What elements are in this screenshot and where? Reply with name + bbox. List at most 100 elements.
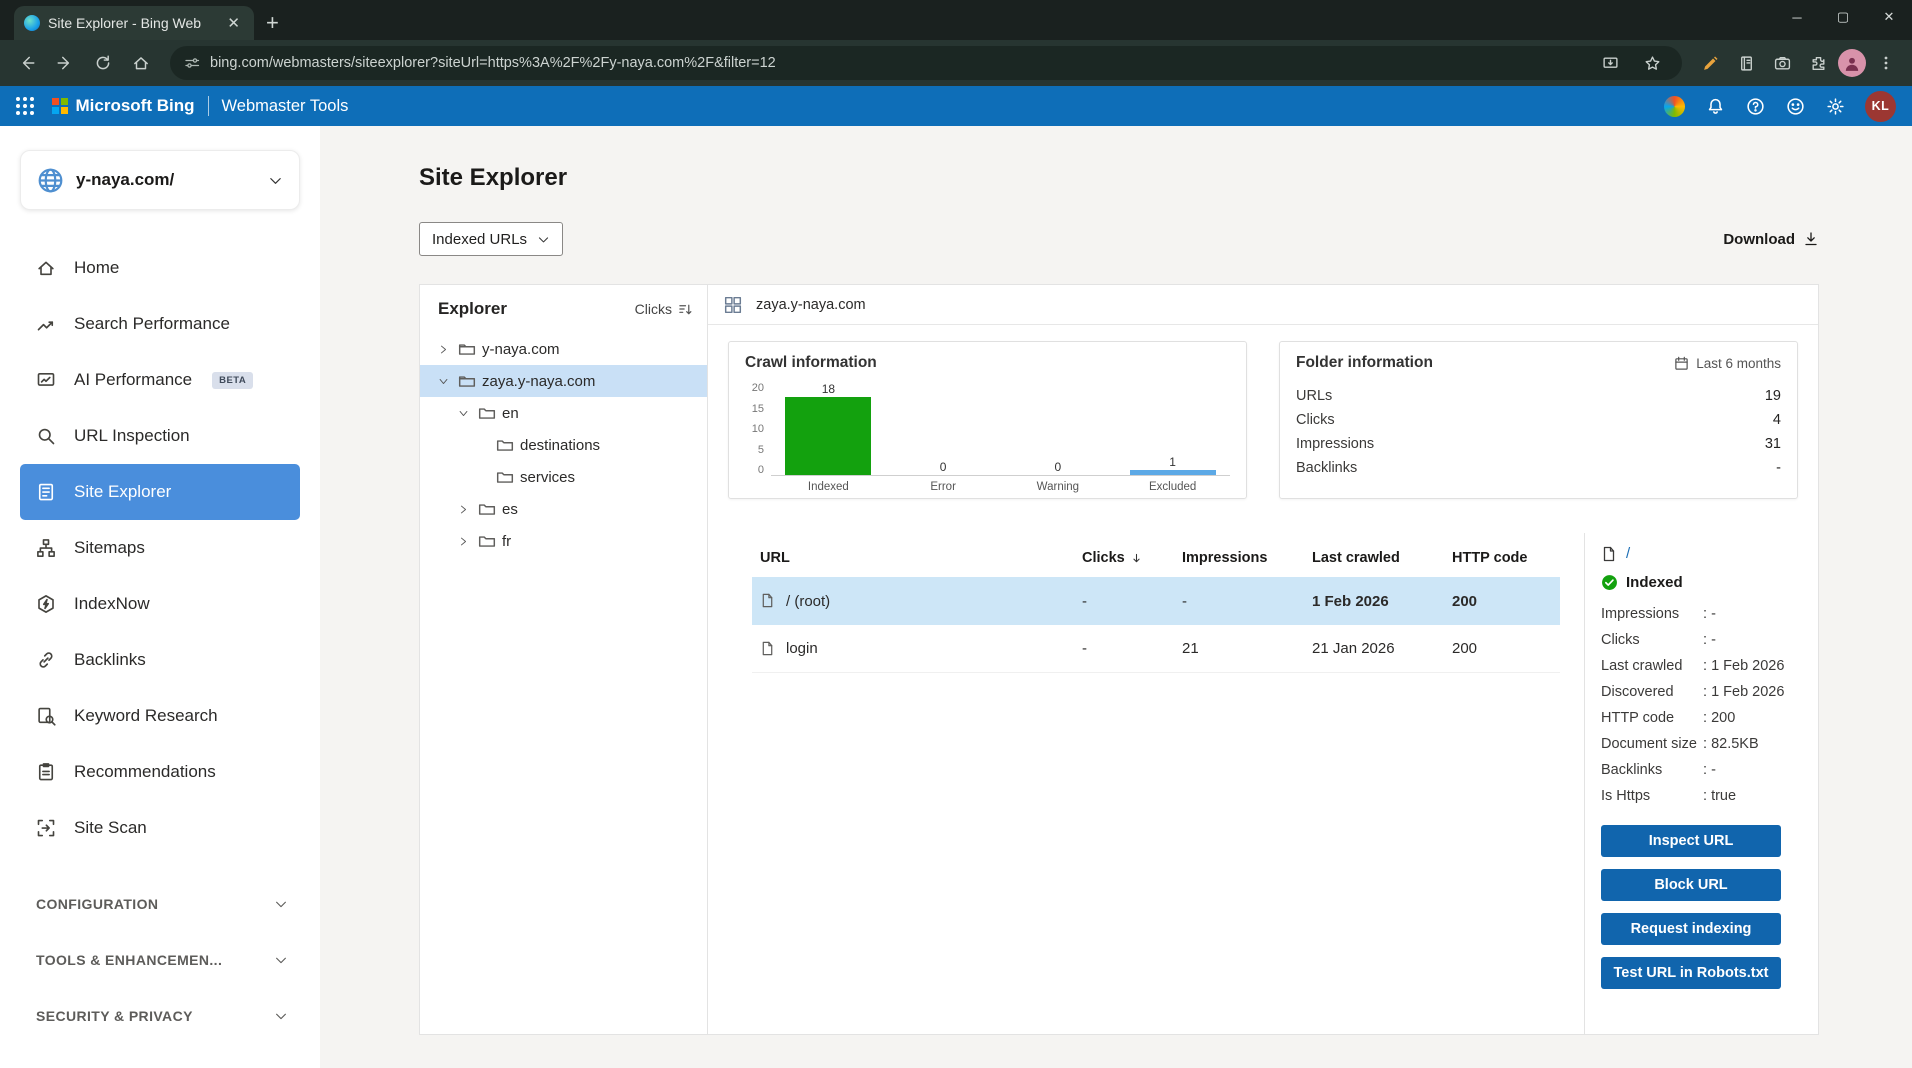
column-header-last-crawled[interactable]: Last crawled (1312, 550, 1452, 566)
request-indexing-button[interactable]: Request indexing (1601, 913, 1781, 945)
sidebar-item-site-explorer[interactable]: Site Explorer (20, 464, 300, 520)
stat-row: URLs 19 (1296, 384, 1781, 408)
block-url-button[interactable]: Block URL (1601, 869, 1781, 901)
beta-badge: BETA (212, 372, 253, 389)
brand-name[interactable]: Microsoft Bing (76, 96, 195, 116)
nav-label: Site Scan (74, 818, 147, 838)
tree-item-services[interactable]: services (420, 461, 707, 493)
extensions-puzzle-icon[interactable] (1802, 47, 1834, 79)
refresh-button[interactable] (86, 46, 120, 80)
chevron-down-icon[interactable] (454, 404, 472, 422)
tree-item-en[interactable]: en (420, 397, 707, 429)
sidebar-item-ai-performance[interactable]: AI Performance BETA (0, 352, 320, 408)
pencil-icon[interactable] (1694, 47, 1726, 79)
tree-label: en (502, 405, 519, 422)
browser-tab[interactable]: Site Explorer - Bing Web ✕ (14, 6, 254, 40)
sidebar-item-home[interactable]: Home (0, 240, 320, 296)
sidebar-item-site-scan[interactable]: Site Scan (0, 800, 320, 856)
bookmark-star-icon[interactable] (1636, 47, 1668, 79)
product-name[interactable]: Webmaster Tools (222, 97, 349, 116)
waffle-menu-icon[interactable] (16, 97, 34, 115)
table-row-root[interactable]: / (root) - - 1 Feb 2026 200 (752, 577, 1560, 625)
page-icon (760, 593, 776, 609)
period-selector[interactable]: Last 6 months (1674, 356, 1781, 371)
browser-profile-avatar[interactable] (1838, 49, 1866, 77)
url-text[interactable]: bing.com/webmasters/siteexplorer?siteUrl… (210, 55, 1584, 71)
http-code-cell: 200 (1452, 593, 1560, 610)
forward-button[interactable] (48, 46, 82, 80)
tab-title: Site Explorer - Bing Web (48, 15, 215, 31)
field-label: Discovered (1601, 684, 1703, 700)
address-bar[interactable]: bing.com/webmasters/siteexplorer?siteUrl… (170, 46, 1682, 80)
stat-label: Backlinks (1296, 460, 1357, 476)
tab-close-icon[interactable]: ✕ (223, 14, 244, 33)
url-filter-dropdown[interactable]: Indexed URLs (419, 222, 563, 256)
site-info-icon[interactable] (184, 55, 200, 71)
column-header-http-code[interactable]: HTTP code (1452, 550, 1560, 566)
field-label: Document size (1601, 736, 1703, 752)
nav-label: Site Explorer (74, 482, 171, 502)
chart-y-tick: 15 (745, 403, 764, 415)
sidebar-item-url-inspection[interactable]: URL Inspection (0, 408, 320, 464)
detail-url-link[interactable]: / (1626, 545, 1630, 562)
test-url-robots-button[interactable]: Test URL in Robots.txt (1601, 957, 1781, 989)
crawl-card-title: Crawl information (745, 354, 877, 372)
site-selector[interactable]: y-naya.com/ (20, 150, 300, 210)
sidebar-item-search-performance[interactable]: Search Performance (0, 296, 320, 352)
notebook-icon[interactable] (1730, 47, 1762, 79)
tree-item-destinations[interactable]: destinations (420, 429, 707, 461)
sidebar-section-tools-enhancements[interactable]: TOOLS & ENHANCEMEN... (0, 932, 320, 988)
sidebar-item-backlinks[interactable]: Backlinks (0, 632, 320, 688)
column-header-clicks[interactable]: Clicks (1082, 550, 1182, 566)
tree-item-zaya-y-naya[interactable]: zaya.y-naya.com (420, 365, 707, 397)
help-icon[interactable] (1745, 96, 1765, 116)
section-label: TOOLS & ENHANCEMEN... (36, 952, 222, 968)
sidebar-section-configuration[interactable]: CONFIGURATION (0, 876, 320, 932)
chart-categories: IndexedErrorWarningExcluded (771, 476, 1230, 493)
tree-label: destinations (520, 437, 600, 454)
feedback-smiley-icon[interactable] (1785, 96, 1805, 116)
table-row-login[interactable]: login - 21 21 Jan 2026 200 (752, 625, 1560, 673)
chevron-right-icon[interactable] (454, 532, 472, 550)
detail-fields: Impressions- Clicks- Last crawled1 Feb 2… (1601, 601, 1802, 809)
notifications-bell-icon[interactable] (1705, 96, 1725, 116)
camera-icon[interactable] (1766, 47, 1798, 79)
tree-item-y-naya[interactable]: y-naya.com (420, 333, 707, 365)
clicks-cell: - (1082, 640, 1182, 657)
sidebar-item-indexnow[interactable]: IndexNow (0, 576, 320, 632)
window-maximize-button[interactable]: ▢ (1820, 0, 1866, 34)
sort-icon (678, 302, 693, 317)
sidebar-item-keyword-research[interactable]: Keyword Research (0, 688, 320, 744)
window-controls: ─ ▢ ✕ (1774, 0, 1912, 34)
chevron-down-icon[interactable] (434, 372, 452, 390)
new-tab-button[interactable]: + (266, 12, 279, 34)
inspect-url-button[interactable]: Inspect URL (1601, 825, 1781, 857)
chevron-right-icon[interactable] (454, 500, 472, 518)
tree-item-es[interactable]: es (420, 493, 707, 525)
copilot-icon[interactable] (1664, 96, 1685, 117)
back-button[interactable] (10, 46, 44, 80)
install-app-icon[interactable] (1594, 47, 1626, 79)
sidebar-item-sitemaps[interactable]: Sitemaps (0, 520, 320, 576)
column-header-url[interactable]: URL (752, 550, 1082, 566)
stat-row: Clicks 4 (1296, 408, 1781, 432)
window-minimize-button[interactable]: ─ (1774, 0, 1820, 34)
settings-gear-icon[interactable] (1825, 96, 1845, 116)
site-explorer-icon (36, 482, 56, 502)
http-code-cell: 200 (1452, 640, 1560, 657)
tree-item-fr[interactable]: fr (420, 525, 707, 557)
download-button[interactable]: Download (1723, 231, 1819, 248)
field-value: true (1703, 788, 1736, 804)
column-header-impressions[interactable]: Impressions (1182, 550, 1312, 566)
chevron-right-icon[interactable] (434, 340, 452, 358)
user-avatar[interactable]: KL (1865, 91, 1896, 122)
browser-menu-icon[interactable] (1870, 47, 1902, 79)
sidebar-section-security-privacy[interactable]: SECURITY & PRIVACY (0, 988, 320, 1044)
nav-label: Home (74, 258, 119, 278)
sort-by-clicks[interactable]: Clicks (635, 301, 693, 317)
site-name: y-naya.com/ (76, 170, 256, 190)
window-close-button[interactable]: ✕ (1866, 0, 1912, 34)
breadcrumb-site[interactable]: zaya.y-naya.com (756, 297, 866, 313)
home-button[interactable] (124, 46, 158, 80)
sidebar-item-recommendations[interactable]: Recommendations (0, 744, 320, 800)
